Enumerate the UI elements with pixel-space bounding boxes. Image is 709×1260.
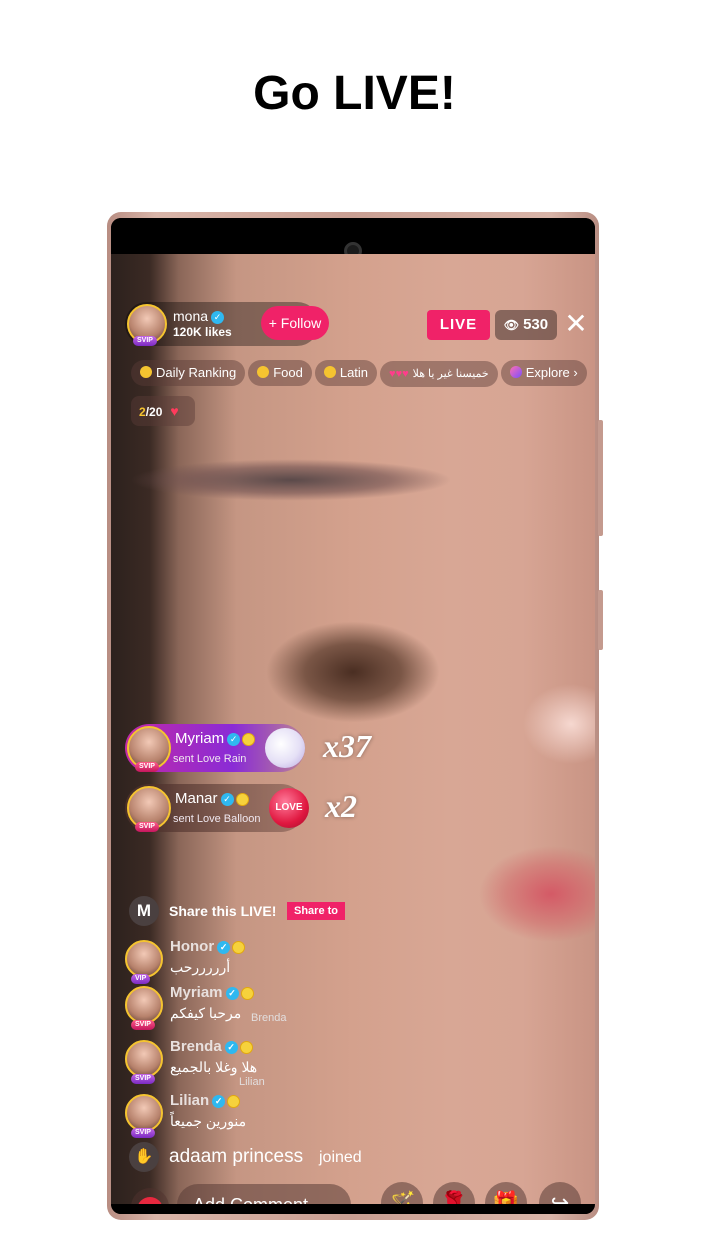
message-text: هلا وغلا بالجميع	[170, 1059, 258, 1075]
ranking-total: /20	[145, 405, 163, 419]
chat-message[interactable]: SVIP Lilian ✓ منورين جميعاً	[125, 1092, 425, 1140]
tag-latin[interactable]: Latin	[314, 360, 378, 386]
tag-label: Explore	[525, 365, 570, 380]
message-text: أرررررحب	[170, 959, 231, 975]
verified-icon: ✓	[227, 732, 241, 746]
plus-coin-icon	[257, 366, 270, 378]
vip-badge: SVIP	[131, 1074, 155, 1084]
viewer-count: 530	[523, 316, 549, 333]
user-avatar[interactable]	[125, 986, 163, 1024]
bottom-bezel	[111, 1204, 595, 1214]
rose-gift-button[interactable]: 🌹	[433, 1182, 475, 1206]
planet-icon	[509, 366, 522, 378]
viewer-count-badge[interactable]: 👁 530	[495, 310, 557, 340]
vip-badge: VIP	[131, 974, 151, 984]
svip-badge: SVIP	[135, 822, 159, 832]
reply-tag: Brenda	[251, 1012, 287, 1024]
host-name: mona	[173, 308, 209, 324]
gift-notification: SVIP Myriam ✓ sent Love Rain	[125, 724, 305, 772]
coin-icon	[232, 940, 246, 954]
host-card[interactable]: SVIP mona ✓ 120K likes + Follow	[125, 302, 329, 346]
vip-badge: SVIP	[131, 1128, 155, 1138]
share-button[interactable]: ↪	[539, 1182, 581, 1206]
coin-icon	[242, 732, 256, 746]
page-title: Go LIVE!	[253, 67, 456, 120]
tag-label: خميسنا غير يا هلا	[412, 368, 489, 380]
user-name: Honor	[170, 938, 215, 955]
side-button	[598, 420, 603, 536]
chevron-right-icon: ›	[573, 365, 578, 380]
verified-icon: ✓	[225, 986, 239, 1000]
tag-daily-ranking[interactable]: Daily Ranking	[131, 360, 246, 386]
coin-icon	[227, 1094, 241, 1108]
verified-icon: ✓	[212, 1094, 226, 1108]
user-avatar[interactable]	[125, 1094, 163, 1132]
coin-icon	[239, 1040, 253, 1054]
ranking-counter[interactable]: 2/20 ♥	[131, 396, 195, 426]
tag-food[interactable]: Food	[248, 360, 312, 386]
verified-icon: ✓	[220, 792, 234, 806]
joined-user-name[interactable]: adaam princess	[169, 1146, 303, 1168]
follow-label: Follow	[280, 315, 322, 331]
message-text: مرحبا كيفكم	[170, 1005, 242, 1021]
user-avatar[interactable]	[125, 940, 163, 978]
tag-label: Food	[273, 365, 303, 380]
live-video-feed[interactable]: SVIP mona ✓ 120K likes + Follow LIVE 👁 530…	[111, 254, 595, 1206]
follow-button[interactable]: + Follow	[261, 306, 329, 340]
gift-multiplier: x2	[325, 788, 357, 824]
host-vip-badge: SVIP	[133, 336, 157, 346]
user-name: Brenda	[170, 1038, 222, 1055]
share-to-button[interactable]: Share to	[287, 902, 345, 920]
tag-bar: Daily Ranking Food Latin ♥♥♥ خميسنا غير يا ه…	[131, 360, 590, 387]
m-logo-icon: M	[129, 896, 159, 926]
message-text: منورين جميعاً	[170, 1113, 247, 1129]
chat-message[interactable]: SVIP Brenda ✓ هلا وغلا بالجميع Lilian	[125, 1038, 425, 1088]
tag-explore[interactable]: Explore ›	[500, 360, 587, 386]
love-rain-gift-icon	[265, 728, 305, 768]
share-text: Share this LIVE!	[169, 903, 277, 919]
verified-icon: ✓	[211, 310, 225, 324]
svip-badge: SVIP	[135, 762, 159, 772]
hearts-icon: ♥♥♥	[389, 368, 409, 380]
gift-multiplier: x37	[323, 728, 371, 764]
reply-tag: Lilian	[239, 1076, 265, 1088]
side-button	[598, 590, 603, 650]
live-badge: LIVE	[427, 310, 490, 340]
phone-screen: SVIP mona ✓ 120K likes + Follow LIVE 👁 530…	[111, 218, 595, 1214]
verified-icon: ✓	[224, 1040, 238, 1054]
gift-text: sent Love Balloon	[173, 813, 261, 825]
plus-icon: +	[268, 315, 277, 331]
joined-text: joined	[319, 1149, 362, 1166]
sender-name: Myriam	[175, 730, 225, 747]
comment-input[interactable]: Add Comment...	[177, 1184, 351, 1206]
sender-name: Manar	[175, 790, 218, 807]
love-balloon-gift-icon: LOVE	[269, 788, 309, 828]
chat-message[interactable]: VIP Honor ✓ أرررررحب	[125, 938, 425, 986]
trophy-icon	[140, 366, 152, 378]
svip-badge: SVIP	[131, 1020, 155, 1030]
tag-arabic[interactable]: ♥♥♥ خميسنا غير يا هلا	[380, 361, 498, 387]
gift-button[interactable]: 🎁	[485, 1182, 527, 1206]
love-heart-icon: ♥	[170, 403, 179, 419]
eye-icon: 👁	[503, 318, 520, 332]
tag-label: Daily Ranking	[156, 365, 237, 380]
magic-wand-button[interactable]: 🪄	[381, 1182, 423, 1206]
phone-frame: SVIP mona ✓ 120K likes + Follow LIVE 👁 530…	[107, 212, 603, 1220]
host-likes: 120K likes	[173, 325, 232, 339]
wave-hand-icon: ✋	[129, 1142, 159, 1172]
ranking-current: 2	[139, 405, 146, 419]
verified-icon: ✓	[217, 940, 231, 954]
gift-notification: SVIP Manar ✓ sent Love Balloon LOVE	[125, 784, 309, 832]
taco-icon	[323, 366, 336, 378]
user-name: Lilian	[170, 1092, 210, 1109]
close-button[interactable]: ✕	[563, 309, 589, 339]
tag-label: Latin	[339, 365, 369, 380]
gift-text: sent Love Rain	[173, 753, 247, 765]
user-name: Myriam	[170, 984, 223, 1001]
chat-message[interactable]: SVIP Myriam ✓ مرحبا كيفكم Brenda	[125, 984, 425, 1032]
coin-icon	[240, 986, 254, 1000]
user-avatar[interactable]	[125, 1040, 163, 1078]
coin-icon	[235, 792, 249, 806]
